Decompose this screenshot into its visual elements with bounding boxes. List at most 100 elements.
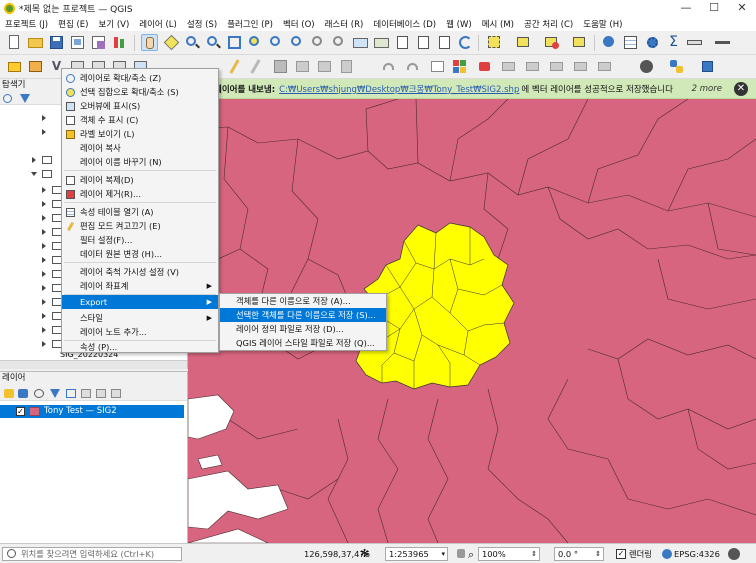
save-edits-icon[interactable]	[272, 58, 289, 75]
menu-save-layer-definition[interactable]: 레이어 정의 파일로 저장 (D)...	[220, 322, 386, 336]
menu-export[interactable]: Export ▶	[62, 295, 218, 309]
crs-globe-icon[interactable]	[662, 549, 672, 559]
new-map-view-icon[interactable]	[352, 34, 369, 51]
close-window-button[interactable]: ✕	[728, 0, 756, 16]
collapse-all-icon[interactable]	[96, 389, 106, 398]
new-layer-icon[interactable]	[27, 58, 44, 75]
label-toolbar-icon[interactable]	[429, 58, 446, 75]
menu-edit[interactable]: 편집 (E)	[53, 18, 93, 30]
filter-legend-icon[interactable]	[50, 389, 60, 398]
filter-browser-icon[interactable]	[20, 94, 30, 103]
menu-add-layer-notes[interactable]: 레이어 노트 추가...	[62, 325, 218, 339]
menu-show-feature-count[interactable]: 객체 수 표시 (C)	[62, 113, 218, 127]
menu-show-labels[interactable]: 라벨 보이기 (L)	[62, 127, 218, 141]
filter-expression-icon[interactable]	[66, 389, 76, 398]
refresh-icon[interactable]	[457, 34, 474, 51]
layer-visibility-checkbox[interactable]: ✓	[16, 407, 25, 416]
menu-open-attribute-table[interactable]: 속성 테이블 열기 (A)	[62, 205, 218, 219]
statistics-sigma-icon[interactable]: Σ	[665, 34, 682, 51]
zoom-to-selection-icon[interactable]	[247, 34, 264, 51]
menu-project[interactable]: 프로젝트 (J)	[0, 18, 53, 30]
menu-change-data-source[interactable]: 데이터 원본 변경 (H)...	[62, 247, 218, 261]
zoom-full-icon[interactable]	[226, 34, 243, 51]
menu-view[interactable]: 보기 (V)	[93, 18, 134, 30]
menu-database[interactable]: 데이터베이스 (D)	[368, 18, 441, 30]
add-polygon-icon[interactable]	[294, 58, 311, 75]
layer-item-tony-test[interactable]: ✓ Tony Test — SIG2	[0, 405, 184, 418]
select-features-icon[interactable]	[486, 34, 503, 51]
menu-copy-layer[interactable]: 레이어 복사	[62, 141, 218, 155]
select-location-icon[interactable]	[571, 34, 588, 51]
label-move-icon[interactable]	[524, 58, 541, 75]
new-print-layout-icon[interactable]	[69, 34, 86, 51]
menu-toggle-editing[interactable]: 편집 모드 켜고끄기 (E)	[62, 219, 218, 233]
label-properties-icon[interactable]	[596, 58, 613, 75]
render-checkbox[interactable]: ✓	[616, 549, 626, 559]
feature-count-checkbox[interactable]	[66, 116, 75, 125]
menu-raster[interactable]: 래스터 (R)	[320, 18, 369, 30]
delete-selected-icon[interactable]	[338, 58, 355, 75]
select-by-value-icon[interactable]	[515, 34, 532, 51]
identify-icon[interactable]	[600, 34, 617, 51]
menu-duplicate-layer[interactable]: 레이어 복제(D)	[62, 173, 218, 187]
coordinate-toggle-icon[interactable]: ✻	[360, 548, 372, 560]
label-pin-icon[interactable]	[476, 58, 493, 75]
attribute-table-icon[interactable]	[622, 34, 639, 51]
menu-zoom-to-selection[interactable]: 선택 집합으로 확대/축소 (S)	[62, 85, 218, 99]
menu-rename-layer[interactable]: 레이어 이름 바꾸기 (N)	[62, 155, 218, 169]
gps-icon[interactable]	[638, 58, 655, 75]
refresh-browser-icon[interactable]	[3, 94, 12, 103]
show-bookmarks-icon[interactable]	[436, 34, 453, 51]
new-3d-map-icon[interactable]	[373, 34, 390, 51]
measure-icon[interactable]	[686, 34, 703, 51]
open-project-icon[interactable]	[27, 34, 44, 51]
magnifier-input[interactable]: 100% ⇕	[478, 547, 540, 561]
menu-save-qgis-style[interactable]: QGIS 레이어 스타일 파일로 저장 (Q)...	[220, 336, 386, 350]
zoom-next-icon[interactable]	[331, 34, 348, 51]
help-icon[interactable]	[699, 58, 716, 75]
zoom-in-icon[interactable]	[184, 34, 201, 51]
label-show-icon[interactable]	[500, 58, 517, 75]
zoom-native-icon[interactable]	[289, 34, 306, 51]
menu-styles[interactable]: 스타일 ▶	[62, 311, 218, 325]
menu-vector[interactable]: 벡터 (O)	[278, 18, 320, 30]
visibility-icon[interactable]	[34, 389, 44, 398]
locator-search-input[interactable]: 위치를 찾으려면 입력하세요 (Ctrl+K)	[2, 547, 182, 561]
menu-plugins[interactable]: 플러그인 (P)	[222, 18, 278, 30]
message-path-link[interactable]: C:₩Users₩shjung₩Desktop₩크몽₩Tony_Test₩SIG…	[279, 83, 519, 95]
remove-layer-icon[interactable]	[111, 389, 121, 398]
minimize-button[interactable]: —	[672, 0, 700, 16]
label-change-icon[interactable]	[572, 58, 589, 75]
zoom-to-layer-icon[interactable]	[268, 34, 285, 51]
deselect-all-icon[interactable]	[543, 34, 560, 51]
menu-show-in-overview[interactable]: 오버뷰에 표시(S)	[62, 99, 218, 113]
menu-processing[interactable]: 공간 처리 (C)	[519, 18, 578, 30]
rotation-input[interactable]: 0.0 ° ⇕	[554, 547, 604, 561]
add-group-icon[interactable]	[18, 389, 28, 398]
lock-scale-icon[interactable]	[457, 549, 465, 558]
style-layer-icon[interactable]	[4, 389, 14, 398]
digitize-pencil-icon[interactable]	[226, 58, 243, 75]
menu-help[interactable]: 도움말 (H)	[578, 18, 627, 30]
style-manager-icon[interactable]	[111, 34, 128, 51]
expand-all-icon[interactable]	[81, 389, 91, 398]
new-project-icon[interactable]	[6, 34, 23, 51]
menu-filter[interactable]: 필터 설정(F)...	[62, 233, 218, 247]
pan-to-selection-icon[interactable]	[163, 34, 180, 51]
bookmark-icon[interactable]	[415, 34, 432, 51]
menu-save-selected-features-as[interactable]: 선택한 객체를 다른 이름으로 저장 (S)...	[220, 308, 386, 322]
data-source-manager-icon[interactable]	[6, 58, 23, 75]
label-rotate-icon[interactable]	[548, 58, 565, 75]
messages-icon[interactable]	[728, 548, 740, 560]
message-close-icon[interactable]: ✕	[734, 81, 748, 96]
temporal-controller-icon[interactable]	[394, 34, 411, 51]
menu-layer[interactable]: 레이어 (L)	[134, 18, 182, 30]
pan-map-icon[interactable]	[141, 34, 158, 51]
undo-icon[interactable]	[380, 58, 397, 75]
crs-label[interactable]: EPSG:4326	[674, 547, 720, 561]
zoom-out-icon[interactable]	[205, 34, 222, 51]
redo-icon[interactable]	[404, 58, 421, 75]
scale-combo[interactable]: 1:253965 ▾	[385, 547, 448, 561]
annotation-icon[interactable]	[714, 34, 731, 51]
menu-remove-layer[interactable]: 레이어 제거(R)...	[62, 187, 218, 201]
